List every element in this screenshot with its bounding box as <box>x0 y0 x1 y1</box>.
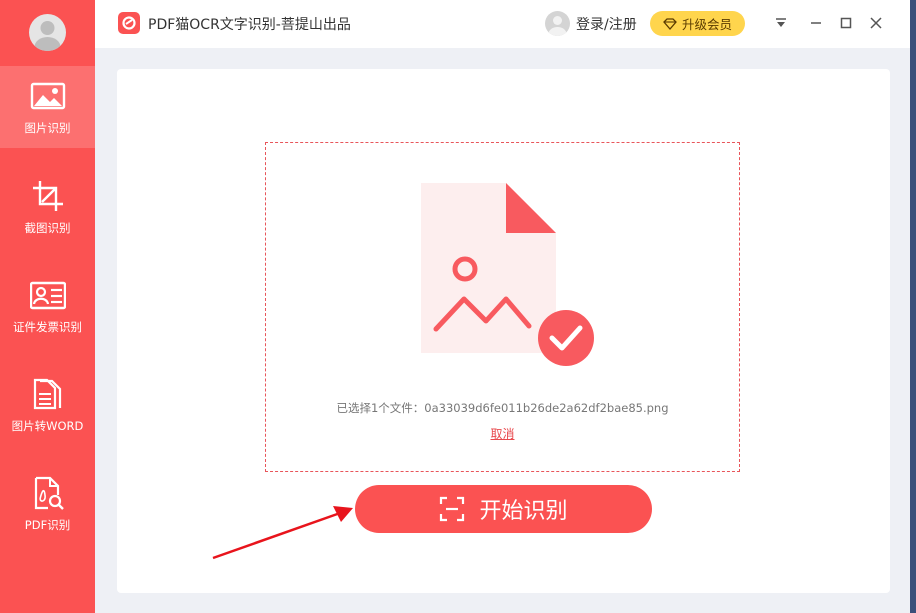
app-title: PDF猫OCR文字识别-菩提山出品 <box>148 17 351 33</box>
crop-icon <box>32 181 63 211</box>
sidebar-item-label: 图片转WORD <box>11 419 84 433</box>
minimize-icon[interactable] <box>807 14 825 32</box>
image-file-checked-icon <box>421 183 594 366</box>
sidebar-item-pdf-ocr[interactable]: PDF识别 <box>0 463 95 545</box>
file-drop-zone[interactable]: 已选择1个文件：0a33039d6fe011b26de2a62df2bae85.… <box>265 142 740 472</box>
document-icon <box>33 378 61 410</box>
scan-icon <box>440 496 465 522</box>
diamond-icon <box>663 17 677 30</box>
login-register-link[interactable]: 登录/注册 <box>576 14 637 34</box>
sidebar-item-id-invoice-ocr[interactable]: 证件发票识别 <box>0 265 95 347</box>
maximize-icon[interactable] <box>837 14 855 32</box>
sidebar-item-label: PDF识别 <box>24 518 71 532</box>
cancel-link[interactable]: 取消 <box>266 425 739 442</box>
title-bar: PDF猫OCR文字识别-菩提山出品 登录/注册 升级会员 <box>95 0 910 48</box>
sidebar-item-label: 截图识别 <box>24 221 71 235</box>
dropdown-menu-icon[interactable] <box>772 14 790 32</box>
pdf-search-icon <box>34 476 64 510</box>
sidebar-avatar[interactable] <box>29 14 66 51</box>
sidebar-item-label: 图片识别 <box>24 121 71 135</box>
start-recognition-button[interactable]: 开始识别 <box>355 485 652 533</box>
sidebar-item-screenshot-ocr[interactable]: 截图识别 <box>0 166 95 248</box>
annotation-arrow <box>212 506 353 560</box>
id-card-icon <box>29 281 66 310</box>
app-logo-icon <box>118 12 140 34</box>
user-avatar[interactable] <box>545 11 570 36</box>
sidebar: 图片识别 截图识别 证件发票识别 图片转WORD PDF识别 <box>0 0 95 613</box>
sidebar-item-image-ocr[interactable]: 图片识别 <box>0 66 95 148</box>
upgrade-vip-button[interactable]: 升级会员 <box>650 11 745 36</box>
selected-file-text: 已选择1个文件：0a33039d6fe011b26de2a62df2bae85.… <box>336 401 669 415</box>
close-icon[interactable] <box>867 14 885 32</box>
image-icon <box>30 82 65 110</box>
desktop-edge <box>910 0 916 613</box>
upgrade-vip-label: 升级会员 <box>681 17 732 32</box>
sidebar-item-label: 证件发票识别 <box>13 320 82 334</box>
sidebar-item-image-to-word[interactable]: 图片转WORD <box>0 364 95 446</box>
start-recognition-label: 开始识别 <box>479 499 568 524</box>
